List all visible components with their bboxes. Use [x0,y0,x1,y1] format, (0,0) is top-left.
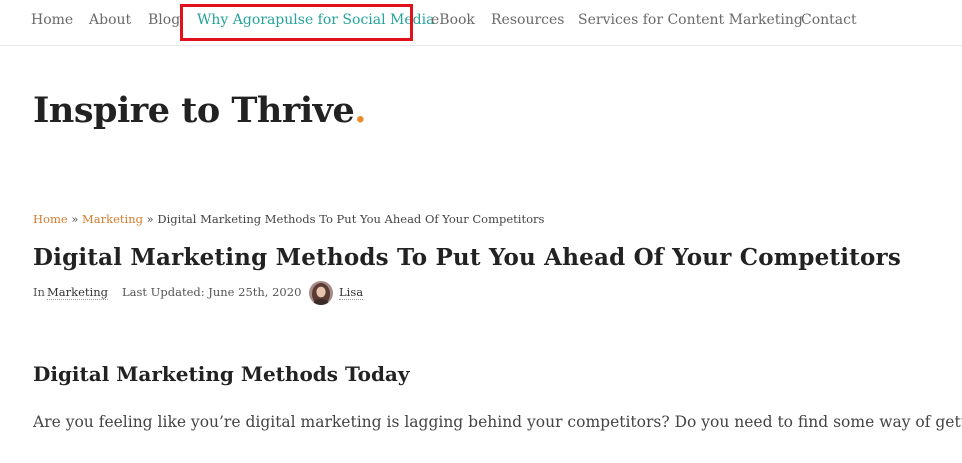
meta-author-link[interactable]: Lisa [339,285,364,300]
site-title[interactable]: Inspire to Thrive. [33,90,366,131]
breadcrumb: Home » Marketing » Digital Marketing Met… [33,212,544,226]
breadcrumb-home[interactable]: Home [33,212,68,226]
site-title-text: Inspire to Thrive [33,90,355,131]
nav-home[interactable]: Home [31,12,73,28]
top-navigation: Home About Blog Why Agorapulse for Socia… [0,0,962,46]
nav-contact[interactable]: Contact [801,12,857,28]
nav-blog[interactable]: Blog [148,12,180,28]
meta-in-label: In [33,285,45,299]
post-title: Digital Marketing Methods To Put You Ahe… [33,244,902,271]
author-avatar[interactable] [309,281,333,305]
avatar-image [309,281,333,305]
breadcrumb-separator: » [146,212,154,226]
breadcrumb-marketing[interactable]: Marketing [82,212,143,226]
section-heading: Digital Marketing Methods Today [33,362,410,386]
nav-services-content-marketing[interactable]: Services for Content Marketing [578,12,803,28]
nav-resources[interactable]: Resources [491,12,564,28]
breadcrumb-current: Digital Marketing Methods To Put You Ahe… [157,212,545,226]
site-title-dot: . [354,90,366,131]
meta-last-updated: Last Updated: June 25th, 2020 [122,285,302,299]
meta-category-link[interactable]: Marketing [47,285,108,300]
highlight-box [180,4,413,41]
breadcrumb-separator: » [71,212,79,226]
intro-paragraph: Are you feeling like you’re digital mark… [33,413,962,431]
nav-about[interactable]: About [89,12,131,28]
nav-ebook[interactable]: eBook [431,12,475,28]
